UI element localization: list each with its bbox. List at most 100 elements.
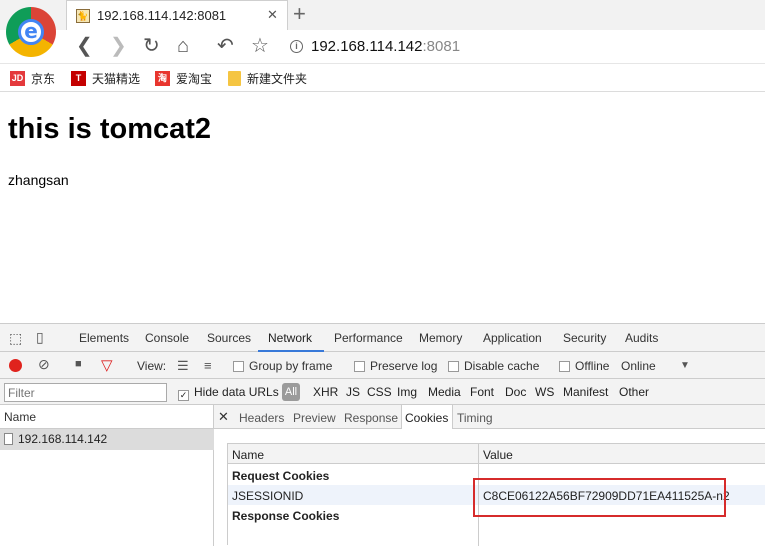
bookmark-label: 天猫精选 bbox=[92, 71, 141, 86]
clear-icon[interactable]: ⊘ bbox=[38, 356, 50, 373]
record-icon[interactable] bbox=[9, 359, 22, 372]
table-row[interactable]: 192.168.114.142 bbox=[0, 429, 214, 450]
tab-preview[interactable]: Preview bbox=[293, 411, 336, 425]
view-label: View: bbox=[137, 359, 167, 373]
filter-type-font[interactable]: Font bbox=[470, 385, 494, 399]
offline-checkbox[interactable]: Offline bbox=[559, 359, 609, 373]
detail-tabs: ✕ Headers Preview Response Cookies Timin… bbox=[214, 405, 765, 429]
tab-sources[interactable]: Sources bbox=[207, 331, 251, 345]
browser-toolbar: ❮ ❯ ↻ ⌂ ↶ ☆ i 192.168.114.142:8081 bbox=[0, 30, 765, 64]
tab-cookies[interactable]: Cookies bbox=[405, 411, 448, 425]
browser-tab[interactable]: 🐈 192.168.114.142:8081 ✕ bbox=[66, 0, 288, 31]
tab-console[interactable]: Console bbox=[145, 331, 189, 345]
filter-type-manifest[interactable]: Manifest bbox=[563, 385, 608, 399]
tab-close-icon[interactable]: ✕ bbox=[267, 7, 278, 23]
undo-icon[interactable]: ↶ bbox=[217, 35, 234, 57]
filter-type-js[interactable]: JS bbox=[346, 385, 360, 399]
tomcat-favicon-icon: 🐈 bbox=[76, 9, 90, 23]
group-by-frame-checkbox[interactable]: Group by frame bbox=[233, 359, 332, 373]
camera-icon[interactable]: ■ bbox=[75, 358, 82, 370]
cookie-name[interactable]: JSESSIONID bbox=[232, 489, 303, 503]
filter-type-media[interactable]: Media bbox=[428, 385, 461, 399]
tab-timing[interactable]: Timing bbox=[457, 411, 493, 425]
request-list-header[interactable]: Name bbox=[0, 405, 214, 429]
tab-audits[interactable]: Audits bbox=[625, 331, 658, 345]
filter-bar: ✓ Hide data URLs All XHR JS CSS Img Media… bbox=[0, 379, 765, 405]
checkbox-label: Hide data URLs bbox=[194, 385, 279, 399]
filter-type-img[interactable]: Img bbox=[397, 385, 417, 399]
taobao-icon: 淘 bbox=[155, 70, 170, 86]
cookies-table-header: Name Value bbox=[228, 444, 765, 464]
list-view-icon[interactable]: ☰ bbox=[177, 358, 189, 374]
star-icon[interactable]: ☆ bbox=[251, 35, 269, 57]
tab-memory[interactable]: Memory bbox=[419, 331, 462, 345]
address-port: :8081 bbox=[422, 38, 461, 55]
throttle-value: Online bbox=[621, 359, 656, 373]
home-icon[interactable]: ⌂ bbox=[177, 35, 189, 57]
filter-type-ws[interactable]: WS bbox=[535, 385, 554, 399]
filter-input[interactable] bbox=[4, 383, 167, 402]
checkbox-icon bbox=[559, 361, 570, 372]
filter-type-css[interactable]: CSS bbox=[367, 385, 392, 399]
network-toolbar: ⊘ ■ ▽ View: ☰ ≡ Group by frame Preserve … bbox=[0, 352, 765, 379]
tab-network[interactable]: Network bbox=[268, 331, 312, 345]
request-cookies-section: Request Cookies bbox=[232, 469, 330, 483]
address-bar[interactable]: 192.168.114.142:8081 bbox=[311, 38, 460, 55]
reload-icon[interactable]: ↻ bbox=[143, 35, 160, 57]
folder-icon bbox=[228, 70, 241, 86]
checked-icon: ✓ bbox=[178, 390, 189, 401]
tab-performance[interactable]: Performance bbox=[334, 331, 403, 345]
checkbox-label: Preserve log bbox=[370, 359, 438, 373]
bookmark-folder[interactable]: 新建文件夹 bbox=[228, 70, 307, 86]
jd-icon: JD bbox=[10, 70, 25, 86]
disable-cache-checkbox[interactable]: Disable cache bbox=[448, 359, 539, 373]
preserve-log-checkbox[interactable]: Preserve log bbox=[354, 359, 437, 373]
checkbox-label: Disable cache bbox=[464, 359, 540, 373]
bookmarks-bar: JD 京东 T 天猫精选 淘 爱淘宝 新建文件夹 bbox=[0, 64, 765, 92]
checkbox-label: Group by frame bbox=[249, 359, 333, 373]
browser-logo-icon: e bbox=[6, 7, 56, 57]
filter-icon[interactable]: ▽ bbox=[101, 356, 113, 374]
tab-headers[interactable]: Headers bbox=[239, 411, 284, 425]
filter-type-xhr[interactable]: XHR bbox=[313, 385, 338, 399]
bookmark-label: 爱淘宝 bbox=[176, 71, 213, 86]
tab-response[interactable]: Response bbox=[344, 411, 398, 425]
device-toggle-icon[interactable]: ▯ bbox=[36, 329, 44, 346]
tab-security[interactable]: Security bbox=[563, 331, 606, 345]
bookmark-label: 京东 bbox=[31, 71, 56, 86]
overview-icon[interactable]: ≡ bbox=[204, 358, 212, 373]
highlight-annotation-box bbox=[473, 478, 726, 517]
address-host: 192.168.114.142 bbox=[311, 38, 423, 55]
filter-type-doc[interactable]: Doc bbox=[505, 385, 526, 399]
column-name-header[interactable]: Name bbox=[232, 448, 264, 462]
page-text: zhangsan bbox=[8, 172, 69, 188]
hide-data-urls-checkbox[interactable]: ✓ Hide data URLs bbox=[178, 385, 279, 401]
bookmark-label: 新建文件夹 bbox=[247, 71, 308, 86]
bookmark-jd[interactable]: JD 京东 bbox=[10, 70, 55, 86]
dropdown-arrow-icon[interactable]: ▼ bbox=[680, 360, 690, 371]
request-list: Name 192.168.114.142 bbox=[0, 405, 214, 546]
filter-type-other[interactable]: Other bbox=[619, 385, 649, 399]
forward-icon[interactable]: ❯ bbox=[110, 35, 127, 57]
request-name: 192.168.114.142 bbox=[18, 432, 108, 446]
new-tab-button[interactable]: + bbox=[293, 2, 306, 26]
checkbox-label: Offline bbox=[575, 359, 610, 373]
bookmark-tmall[interactable]: T 天猫精选 bbox=[71, 70, 140, 86]
back-icon[interactable]: ❮ bbox=[76, 35, 93, 57]
tab-elements[interactable]: Elements bbox=[79, 331, 129, 345]
inspect-icon[interactable]: ⬚ bbox=[9, 330, 22, 347]
page-heading: this is tomcat2 bbox=[8, 113, 212, 145]
tab-application[interactable]: Application bbox=[483, 331, 542, 345]
checkbox-icon bbox=[233, 361, 244, 372]
tmall-icon: T bbox=[71, 70, 86, 86]
column-value-header[interactable]: Value bbox=[483, 448, 513, 462]
throttle-select[interactable]: Online bbox=[621, 359, 656, 373]
tab-strip: 🐈 192.168.114.142:8081 ✕ + bbox=[0, 0, 765, 31]
close-icon[interactable]: ✕ bbox=[218, 409, 229, 425]
response-cookies-section: Response Cookies bbox=[232, 509, 340, 523]
info-icon[interactable]: i bbox=[290, 40, 303, 53]
tab-title: 192.168.114.142:8081 bbox=[97, 8, 227, 23]
checkbox-icon bbox=[354, 361, 365, 372]
bookmark-taobao[interactable]: 淘 爱淘宝 bbox=[155, 70, 212, 86]
filter-type-all[interactable]: All bbox=[282, 383, 300, 401]
